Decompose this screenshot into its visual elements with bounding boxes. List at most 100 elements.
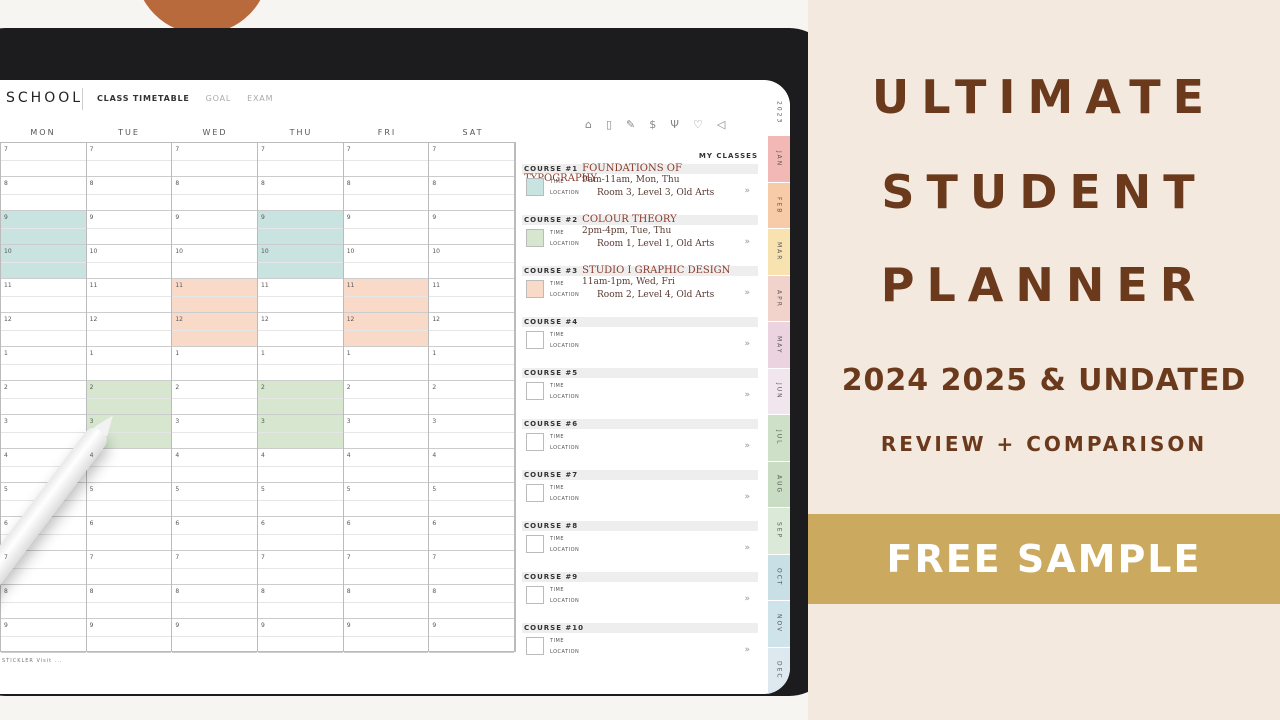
- time-slot[interactable]: 10: [429, 245, 515, 279]
- time-slot[interactable]: 9: [343, 211, 429, 245]
- time-slot[interactable]: 10: [343, 245, 429, 279]
- time-slot[interactable]: 9: [172, 211, 258, 245]
- open-course-arrow[interactable]: »: [744, 339, 750, 349]
- pencil-icon[interactable]: ✎: [626, 118, 635, 131]
- time-slot[interactable]: 6: [172, 517, 258, 551]
- tab-jul[interactable]: JUL: [768, 415, 790, 462]
- time-slot[interactable]: 9: [429, 211, 515, 245]
- time-slot[interactable]: 2: [86, 381, 172, 415]
- time-slot[interactable]: 11: [343, 279, 429, 313]
- utensils-icon[interactable]: Ψ: [670, 118, 679, 131]
- time-slot[interactable]: 5: [343, 483, 429, 517]
- time-slot[interactable]: 12: [343, 313, 429, 347]
- time-slot[interactable]: 3: [429, 415, 515, 449]
- time-slot[interactable]: 6: [86, 517, 172, 551]
- time-slot[interactable]: 4: [429, 449, 515, 483]
- course-card[interactable]: COURSE #7 TIME LOCATION »: [522, 464, 758, 515]
- time-slot[interactable]: 7: [343, 143, 429, 177]
- course-card[interactable]: COURSE #6 TIME LOCATION »: [522, 413, 758, 464]
- time-slot[interactable]: 1: [343, 347, 429, 381]
- time-slot[interactable]: 8: [1, 177, 86, 211]
- open-course-arrow[interactable]: »: [744, 441, 750, 451]
- time-slot[interactable]: 6: [429, 517, 515, 551]
- time-slot[interactable]: 7: [258, 143, 343, 177]
- open-course-arrow[interactable]: »: [744, 288, 750, 298]
- dollar-icon[interactable]: $: [649, 118, 656, 131]
- time-slot[interactable]: 11: [429, 279, 515, 313]
- time-slot[interactable]: 9: [343, 619, 429, 653]
- tab-goal[interactable]: GOAL: [206, 88, 232, 110]
- time-slot[interactable]: 5: [258, 483, 343, 517]
- time-slot[interactable]: 10: [258, 245, 343, 279]
- time-slot[interactable]: 2: [429, 381, 515, 415]
- time-slot[interactable]: 12: [86, 313, 172, 347]
- time-slot[interactable]: 8: [429, 177, 515, 211]
- time-slot[interactable]: 7: [258, 551, 343, 585]
- time-slot[interactable]: 3: [1, 415, 86, 449]
- time-slot[interactable]: 11: [86, 279, 172, 313]
- tab-jan[interactable]: JAN: [768, 136, 790, 183]
- course-card[interactable]: COURSE #8 TIME LOCATION »: [522, 515, 758, 566]
- tab-2023[interactable]: 2023: [768, 90, 790, 137]
- time-slot[interactable]: 5: [172, 483, 258, 517]
- time-slot[interactable]: 8: [343, 177, 429, 211]
- time-slot[interactable]: 4: [343, 449, 429, 483]
- tab-mar[interactable]: MAR: [768, 229, 790, 276]
- time-slot[interactable]: 1: [429, 347, 515, 381]
- time-slot[interactable]: 4: [86, 449, 172, 483]
- time-slot[interactable]: 3: [172, 415, 258, 449]
- time-slot[interactable]: 9: [1, 619, 86, 653]
- course-card[interactable]: COURSE #3 STUDIO I GRAPHIC DESIGN TIME LOCA…: [522, 260, 758, 311]
- time-slot[interactable]: 12: [1, 313, 86, 347]
- time-slot[interactable]: 7: [86, 551, 172, 585]
- tab-may[interactable]: MAY: [768, 322, 790, 369]
- time-slot[interactable]: 1: [258, 347, 343, 381]
- time-slot[interactable]: 4: [172, 449, 258, 483]
- time-slot[interactable]: 7: [1, 143, 86, 177]
- time-slot[interactable]: 9: [258, 619, 343, 653]
- time-slot[interactable]: 1: [172, 347, 258, 381]
- time-slot[interactable]: 1: [1, 347, 86, 381]
- time-slot[interactable]: 2: [1, 381, 86, 415]
- open-course-arrow[interactable]: »: [744, 390, 750, 400]
- tab-class-timetable[interactable]: CLASS TIMETABLE: [97, 88, 190, 110]
- time-slot[interactable]: 9: [172, 619, 258, 653]
- time-slot[interactable]: 7: [172, 143, 258, 177]
- open-course-arrow[interactable]: »: [744, 594, 750, 604]
- time-slot[interactable]: 10: [172, 245, 258, 279]
- time-slot[interactable]: 2: [343, 381, 429, 415]
- time-slot[interactable]: 10: [1, 245, 86, 279]
- time-slot[interactable]: 11: [1, 279, 86, 313]
- time-slot[interactable]: 5: [86, 483, 172, 517]
- time-slot[interactable]: 12: [429, 313, 515, 347]
- file-icon[interactable]: ▯: [606, 118, 612, 131]
- time-slot[interactable]: 10: [86, 245, 172, 279]
- time-slot[interactable]: 9: [1, 211, 86, 245]
- time-slot[interactable]: 9: [258, 211, 343, 245]
- time-slot[interactable]: 7: [429, 551, 515, 585]
- open-course-arrow[interactable]: »: [744, 186, 750, 196]
- tab-feb[interactable]: FEB: [768, 182, 790, 230]
- time-slot[interactable]: 12: [172, 313, 258, 347]
- time-slot[interactable]: 1: [86, 347, 172, 381]
- time-slot[interactable]: 8: [343, 585, 429, 619]
- time-slot[interactable]: 5: [429, 483, 515, 517]
- time-slot[interactable]: 7: [429, 143, 515, 177]
- tab-exam[interactable]: EXAM: [247, 88, 273, 110]
- time-slot[interactable]: 8: [1, 585, 86, 619]
- time-slot[interactable]: 8: [86, 177, 172, 211]
- time-slot[interactable]: 2: [258, 381, 343, 415]
- time-slot[interactable]: 7: [172, 551, 258, 585]
- open-course-arrow[interactable]: »: [744, 237, 750, 247]
- megaphone-icon[interactable]: ◁: [717, 118, 725, 131]
- time-slot[interactable]: 4: [258, 449, 343, 483]
- tab-nov[interactable]: NOV: [768, 601, 790, 648]
- time-slot[interactable]: 9: [86, 211, 172, 245]
- tab-sep[interactable]: SEP: [768, 508, 790, 555]
- time-slot[interactable]: 11: [258, 279, 343, 313]
- time-slot[interactable]: 3: [343, 415, 429, 449]
- time-slot[interactable]: 8: [86, 585, 172, 619]
- time-slot[interactable]: 3: [258, 415, 343, 449]
- course-card[interactable]: COURSE #2 COLOUR THEORY TIME LOCATION 2pm-4p…: [522, 209, 758, 260]
- time-slot[interactable]: 7: [343, 551, 429, 585]
